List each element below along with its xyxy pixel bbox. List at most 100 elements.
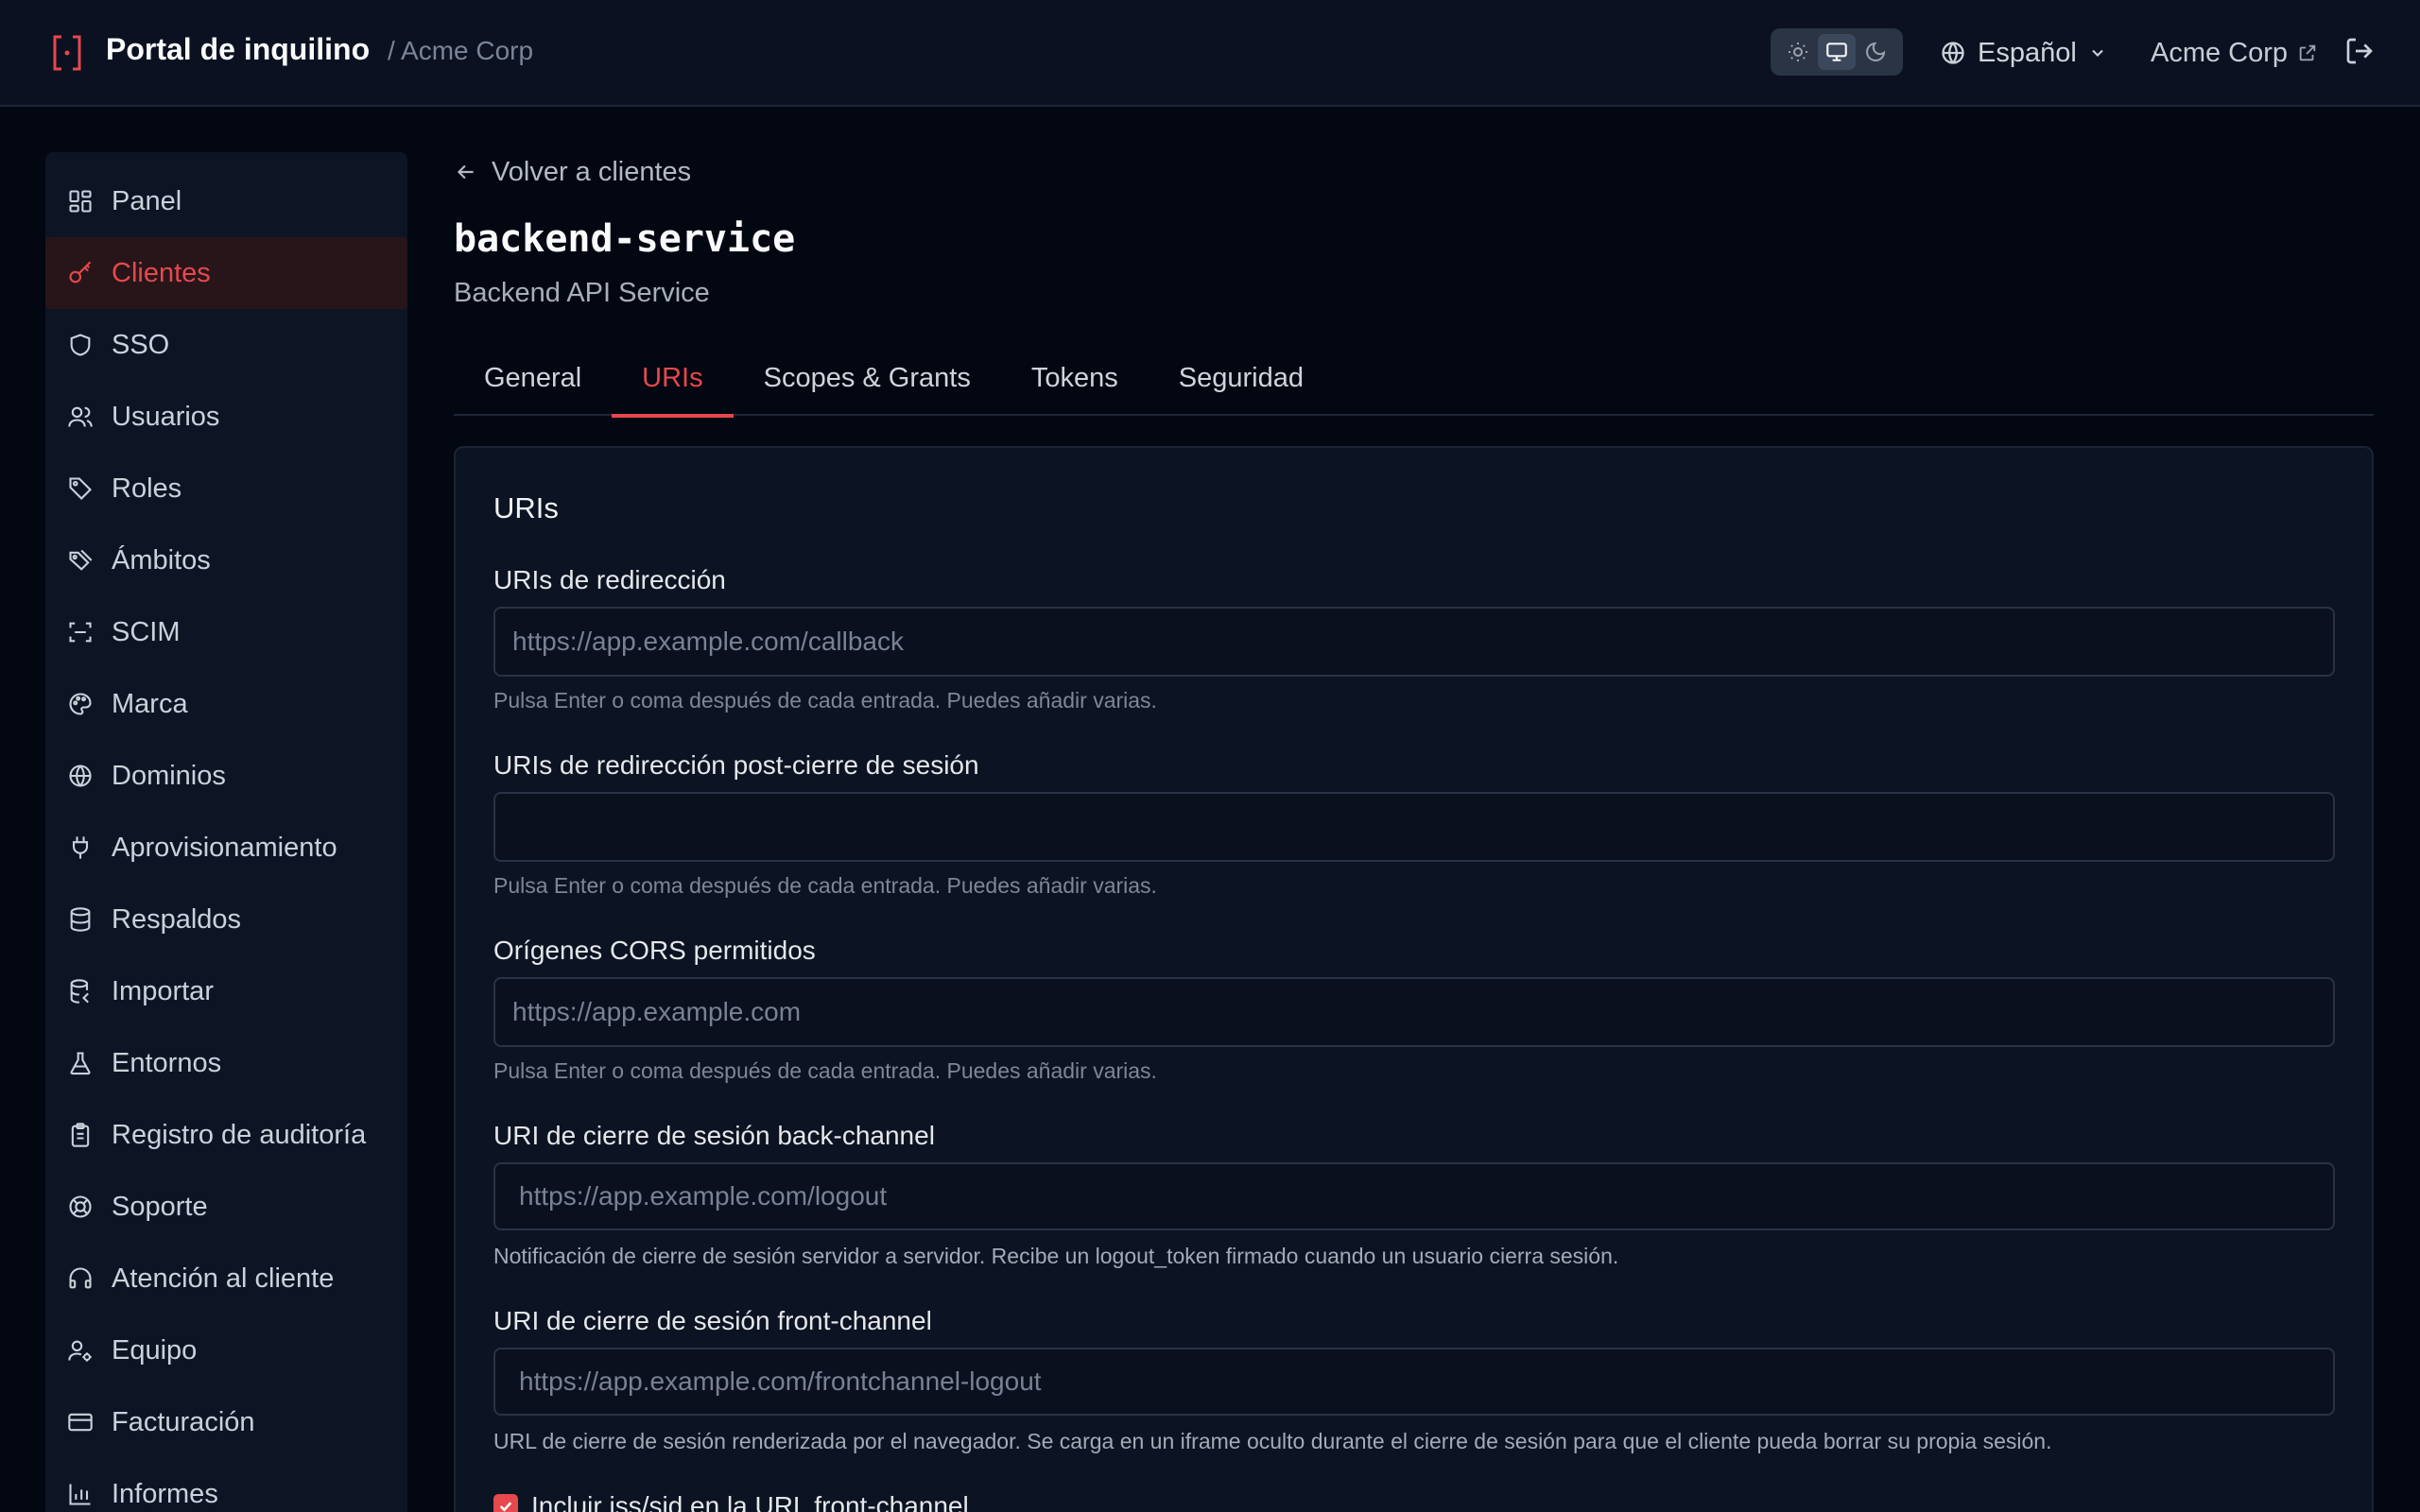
include-iss-sid-checkbox[interactable] xyxy=(493,1494,518,1512)
globe-icon xyxy=(1942,42,1964,64)
clipboard-icon xyxy=(66,1121,95,1149)
sidebar-item-importar[interactable]: Importar xyxy=(45,955,407,1027)
key-icon xyxy=(66,259,95,287)
top-bar: Portal de inquilino / Acme Corp Español xyxy=(0,0,2420,107)
palette-icon xyxy=(66,690,95,718)
sidebar-item-label: Usuarios xyxy=(112,401,220,432)
redirect-uris-hint: Pulsa Enter o coma después de cada entra… xyxy=(493,688,1157,713)
theme-dark-button[interactable] xyxy=(1857,34,1894,70)
page-title: backend-service xyxy=(454,217,796,261)
scan-icon xyxy=(66,618,95,646)
logout-icon xyxy=(2346,38,2373,64)
client-tabs: General URIs Scopes & Grants Tokens Segu… xyxy=(454,350,2374,418)
chevron-down-icon xyxy=(2092,49,2103,57)
card-title: URIs xyxy=(493,491,559,524)
frontchannel-logout-label: URI de cierre de sesión front-channel xyxy=(493,1306,932,1335)
breadcrumb-tenant: / Acme Corp xyxy=(388,36,534,65)
post-logout-uris-label: URIs de redirección post-cierre de sesió… xyxy=(493,750,979,780)
sidebar-item-label: Equipo xyxy=(112,1334,198,1366)
sidebar-item-label: Dominios xyxy=(112,760,226,791)
sidebar-item-label: Entornos xyxy=(112,1047,222,1078)
database-icon xyxy=(66,905,95,934)
sidebar-item-aprovisionamiento[interactable]: Aprovisionamiento xyxy=(45,812,407,884)
back-to-clients-link[interactable]: Volver a clientes xyxy=(454,153,691,191)
sidebar-item-respaldos[interactable]: Respaldos xyxy=(45,884,407,955)
headset-icon xyxy=(66,1264,95,1293)
sidebar-item-marca[interactable]: Marca xyxy=(45,668,407,740)
sidebar-item-label: Facturación xyxy=(112,1406,255,1437)
credit-card-icon xyxy=(66,1408,95,1436)
backchannel-logout-input[interactable] xyxy=(493,1162,2335,1230)
plug-icon xyxy=(66,833,95,862)
globe-icon xyxy=(66,762,95,790)
sidebar-item-scim[interactable]: SCIM xyxy=(45,596,407,668)
sidebar-item-registro-auditoria[interactable]: Registro de auditoría xyxy=(45,1099,407,1171)
tab-scopes-grants[interactable]: Scopes & Grants xyxy=(734,350,1001,416)
theme-system-button[interactable] xyxy=(1817,34,1856,70)
include-iss-sid-checkbox-row[interactable]: Incluir iss/sid en la URL front-channel xyxy=(493,1491,969,1512)
cors-origins-input[interactable] xyxy=(493,977,2335,1047)
database-import-icon xyxy=(66,977,95,1005)
sidebar-item-ambitos[interactable]: Ámbitos xyxy=(45,524,407,596)
backchannel-logout-label: URI de cierre de sesión back-channel xyxy=(493,1121,935,1150)
tenant-link-label: Acme Corp xyxy=(2151,37,2289,68)
users-icon xyxy=(66,403,95,431)
uris-card: URIs URIs de redirección Pulsa Enter o c… xyxy=(454,446,2374,1512)
arrow-left-icon xyxy=(457,164,474,180)
logout-button[interactable] xyxy=(2344,36,2378,70)
user-cog-icon xyxy=(66,1336,95,1365)
sidebar-item-roles[interactable]: Roles xyxy=(45,453,407,524)
tenant-external-link[interactable]: Acme Corp xyxy=(2151,34,2318,72)
sidebar-item-entornos[interactable]: Entornos xyxy=(45,1027,407,1099)
redirect-uris-label: URIs de redirección xyxy=(493,565,726,594)
sidebar-item-label: SSO xyxy=(112,329,170,360)
shield-icon xyxy=(66,331,95,359)
sidebar-item-atencion-cliente[interactable]: Atención al cliente xyxy=(45,1243,407,1314)
theme-light-button[interactable] xyxy=(1779,34,1817,70)
tab-uris[interactable]: URIs xyxy=(612,350,735,418)
sidebar-item-facturacion[interactable]: Facturación xyxy=(45,1386,407,1458)
sidebar-item-equipo[interactable]: Equipo xyxy=(45,1314,407,1386)
sidebar-item-clientes[interactable]: Clientes xyxy=(45,237,407,309)
bar-chart-icon xyxy=(66,1480,95,1508)
check-icon xyxy=(499,1502,512,1512)
backchannel-logout-hint: Notificación de cierre de sesión servido… xyxy=(493,1244,1619,1268)
sidebar-item-label: Registro de auditoría xyxy=(112,1119,367,1150)
tab-tokens[interactable]: Tokens xyxy=(1001,350,1149,416)
post-logout-uris-input[interactable] xyxy=(493,792,2335,862)
frontchannel-logout-input[interactable] xyxy=(493,1348,2335,1416)
theme-switcher xyxy=(1771,28,1903,76)
sidebar-item-label: Informes xyxy=(112,1478,218,1509)
sidebar-item-label: Roles xyxy=(112,472,182,504)
language-selector[interactable]: Español xyxy=(1940,34,2107,72)
sidebar-item-sso[interactable]: SSO xyxy=(45,309,407,381)
include-iss-sid-label: Incluir iss/sid en la URL front-channel xyxy=(531,1491,969,1512)
cors-origins-hint: Pulsa Enter o coma después de cada entra… xyxy=(493,1058,1157,1083)
sidebar-item-label: Panel xyxy=(112,185,182,216)
sun-icon xyxy=(1788,43,1807,61)
sidebar-item-label: Marca xyxy=(112,688,188,719)
language-label: Español xyxy=(1978,37,2077,68)
sidebar-item-label: Importar xyxy=(112,975,214,1006)
external-link-icon xyxy=(2299,44,2316,61)
cors-origins-label: Orígenes CORS permitidos xyxy=(493,936,816,965)
page-subtitle: Backend API Service xyxy=(454,278,710,308)
sidebar-item-label: Clientes xyxy=(112,257,211,288)
sidebar-item-soporte[interactable]: Soporte xyxy=(45,1171,407,1243)
sidebar-item-informes[interactable]: Informes xyxy=(45,1458,407,1512)
tab-seguridad[interactable]: Seguridad xyxy=(1149,350,1334,416)
sidebar-item-usuarios[interactable]: Usuarios xyxy=(45,381,407,453)
sidebar-item-panel[interactable]: Panel xyxy=(45,165,407,237)
sidebar-item-label: Ámbitos xyxy=(112,544,211,576)
tags-icon xyxy=(66,546,95,575)
flask-icon xyxy=(66,1049,95,1077)
redirect-uris-input[interactable] xyxy=(493,607,2335,677)
sidebar-item-dominios[interactable]: Dominios xyxy=(45,740,407,812)
sidebar-item-label: SCIM xyxy=(112,616,181,647)
tab-general[interactable]: General xyxy=(454,350,612,416)
sidebar-item-label: Atención al cliente xyxy=(112,1263,335,1294)
post-logout-uris-hint: Pulsa Enter o coma después de cada entra… xyxy=(493,873,1157,898)
frontchannel-logout-hint: URL de cierre de sesión renderizada por … xyxy=(493,1429,2052,1453)
app-title[interactable]: Portal de inquilino xyxy=(106,32,370,67)
brand-logo-icon xyxy=(52,34,82,72)
